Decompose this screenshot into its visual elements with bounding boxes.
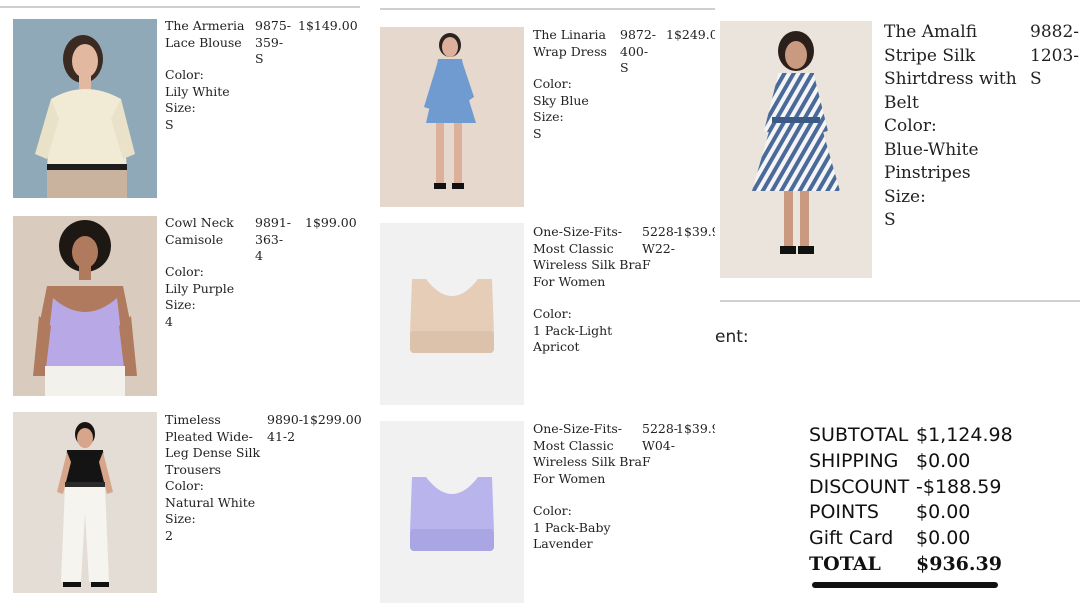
product-sku: 9872-400-S bbox=[620, 27, 657, 75]
product-image-linaria-wrap-dress[interactable] bbox=[380, 27, 524, 207]
product-price: 1$149.00 bbox=[298, 18, 358, 33]
order-items-panel-left: The Armeria Lace Blouse 9875-359-S 1$149… bbox=[0, 0, 370, 608]
product-image-cowl-neck-camisole[interactable] bbox=[13, 216, 157, 396]
color-value: Sky Blue bbox=[533, 92, 589, 108]
divider bbox=[720, 300, 1080, 302]
color-label: Color: bbox=[533, 306, 572, 321]
shipping-row: SHIPPING $0.00 bbox=[809, 449, 1029, 475]
size-label: Size: bbox=[165, 511, 196, 526]
order-item: Timeless Pleated Wide-Leg Dense Silk Tro… bbox=[0, 400, 370, 608]
total-label: TOTAL bbox=[809, 552, 881, 575]
product-sku: 9890-41-2 bbox=[267, 412, 304, 444]
color-value: Lily Purple bbox=[165, 280, 235, 296]
size-value: S bbox=[884, 210, 896, 230]
size-value: S bbox=[165, 116, 174, 132]
color-label: Color: bbox=[165, 264, 204, 279]
gift-card-label: Gift Card bbox=[809, 527, 894, 550]
color-label: Color: bbox=[165, 478, 204, 493]
product-image-armeria-lace-blouse[interactable] bbox=[13, 19, 157, 198]
order-item: One-Size-Fits-Most Classic Wireless Silk… bbox=[370, 215, 715, 411]
product-image-wide-leg-trousers[interactable] bbox=[13, 412, 157, 593]
payment-label-partial: ent: bbox=[715, 327, 749, 347]
size-label: Size: bbox=[884, 186, 926, 207]
product-sku: 5228-W04-F bbox=[642, 421, 679, 469]
shipping-label: SHIPPING bbox=[809, 449, 899, 472]
discount-value: -$188.59 bbox=[916, 475, 1002, 498]
gift-card-value: $0.00 bbox=[916, 527, 971, 550]
color-label: Color: bbox=[533, 76, 572, 91]
discount-label: DISCOUNT bbox=[809, 475, 910, 498]
subtotal-value: $1,124.98 bbox=[916, 424, 1013, 446]
product-price: 1$39.99 bbox=[676, 224, 715, 239]
product-image-wireless-bra-apricot[interactable] bbox=[380, 223, 524, 405]
product-name[interactable]: Timeless Pleated Wide-Leg Dense Silk Tro… bbox=[165, 412, 265, 478]
order-item: Cowl Neck Camisole 9891-363-4 1$99.00 Co… bbox=[0, 200, 370, 400]
points-value: $0.00 bbox=[916, 501, 971, 524]
product-price: 1$99.00 bbox=[305, 215, 357, 230]
product-price: 1$299.00 bbox=[302, 412, 362, 427]
points-row: POINTS $0.00 bbox=[809, 500, 1029, 526]
discount-row: DISCOUNT -$188.59 bbox=[809, 475, 1029, 501]
subtotal-label: SUBTOTAL bbox=[809, 424, 909, 446]
product-attributes: Color: Lily White Size: S bbox=[165, 67, 265, 133]
product-attributes: Color: 1 Pack-Light Apricot bbox=[533, 306, 633, 356]
product-attributes: Color: Sky Blue Size: S bbox=[533, 76, 633, 142]
size-value: 2 bbox=[165, 527, 173, 543]
points-label: POINTS bbox=[809, 501, 879, 524]
total-underline bbox=[812, 582, 998, 588]
total-value: $936.39 bbox=[916, 552, 1002, 575]
gift-card-row: Gift Card $0.00 bbox=[809, 526, 1029, 552]
color-value: Blue-White Pinstripes bbox=[884, 139, 979, 184]
product-attributes: Color: Blue-White Pinstripes Size: S bbox=[884, 115, 1024, 233]
product-name[interactable]: Cowl Neck Camisole bbox=[165, 215, 247, 248]
order-totals: SUBTOTAL $1,124.98 SHIPPING $0.00 DISCOU… bbox=[809, 423, 1029, 578]
product-sku: 9882-1203-S bbox=[1030, 22, 1080, 89]
size-value: S bbox=[533, 125, 542, 141]
product-image-wireless-bra-lavender[interactable] bbox=[380, 421, 524, 603]
product-sku: 9891-363-4 bbox=[255, 215, 292, 263]
product-name[interactable]: One-Size-Fits-Most Classic Wireless Silk… bbox=[533, 224, 643, 290]
product-attributes: Color: Lily Purple Size: 4 bbox=[165, 264, 265, 330]
product-attributes: Color: Natural White Size: 2 bbox=[165, 478, 265, 544]
order-item: The Armeria Lace Blouse 9875-359-S 1$149… bbox=[0, 0, 370, 200]
shipping-value: $0.00 bbox=[916, 449, 971, 472]
color-value: 1 Pack-Baby Lavender bbox=[533, 519, 611, 552]
product-price: 1$39.99 bbox=[676, 421, 715, 436]
color-label: Color: bbox=[884, 116, 937, 136]
total-row: TOTAL $936.39 bbox=[809, 552, 1029, 578]
size-label: Size: bbox=[165, 100, 196, 115]
product-attributes: Color: 1 Pack-Baby Lavender bbox=[533, 503, 633, 553]
product-price: 1$249.00 bbox=[666, 27, 715, 42]
product-name[interactable]: The Amalfi Stripe Silk Shirtdress with B… bbox=[884, 21, 1029, 115]
product-image-amalfi-shirtdress[interactable] bbox=[720, 21, 872, 278]
product-name[interactable]: One-Size-Fits-Most Classic Wireless Silk… bbox=[533, 421, 643, 487]
color-value: Lily White bbox=[165, 83, 230, 99]
color-value: Natural White bbox=[165, 494, 256, 510]
color-label: Color: bbox=[165, 67, 204, 82]
product-sku: 5228-W22-F bbox=[642, 224, 679, 272]
color-label: Color: bbox=[533, 503, 572, 518]
order-item: One-Size-Fits-Most Classic Wireless Silk… bbox=[370, 411, 715, 608]
subtotal-row: SUBTOTAL $1,124.98 bbox=[809, 423, 1029, 449]
order-item: The Amalfi Stripe Silk Shirtdress with B… bbox=[715, 0, 1080, 300]
color-value: 1 Pack-Light Apricot bbox=[533, 322, 613, 355]
product-name[interactable]: The Armeria Lace Blouse bbox=[165, 18, 247, 51]
size-label: Size: bbox=[165, 297, 196, 312]
order-item: The Linaria Wrap Dress 9872-400-S 1$249.… bbox=[370, 0, 715, 215]
product-name[interactable]: The Linaria Wrap Dress bbox=[533, 27, 613, 60]
size-value: 4 bbox=[165, 313, 173, 329]
product-sku: 9875-359-S bbox=[255, 18, 292, 66]
order-items-panel-middle: The Linaria Wrap Dress 9872-400-S 1$249.… bbox=[370, 0, 715, 608]
size-label: Size: bbox=[533, 109, 564, 124]
